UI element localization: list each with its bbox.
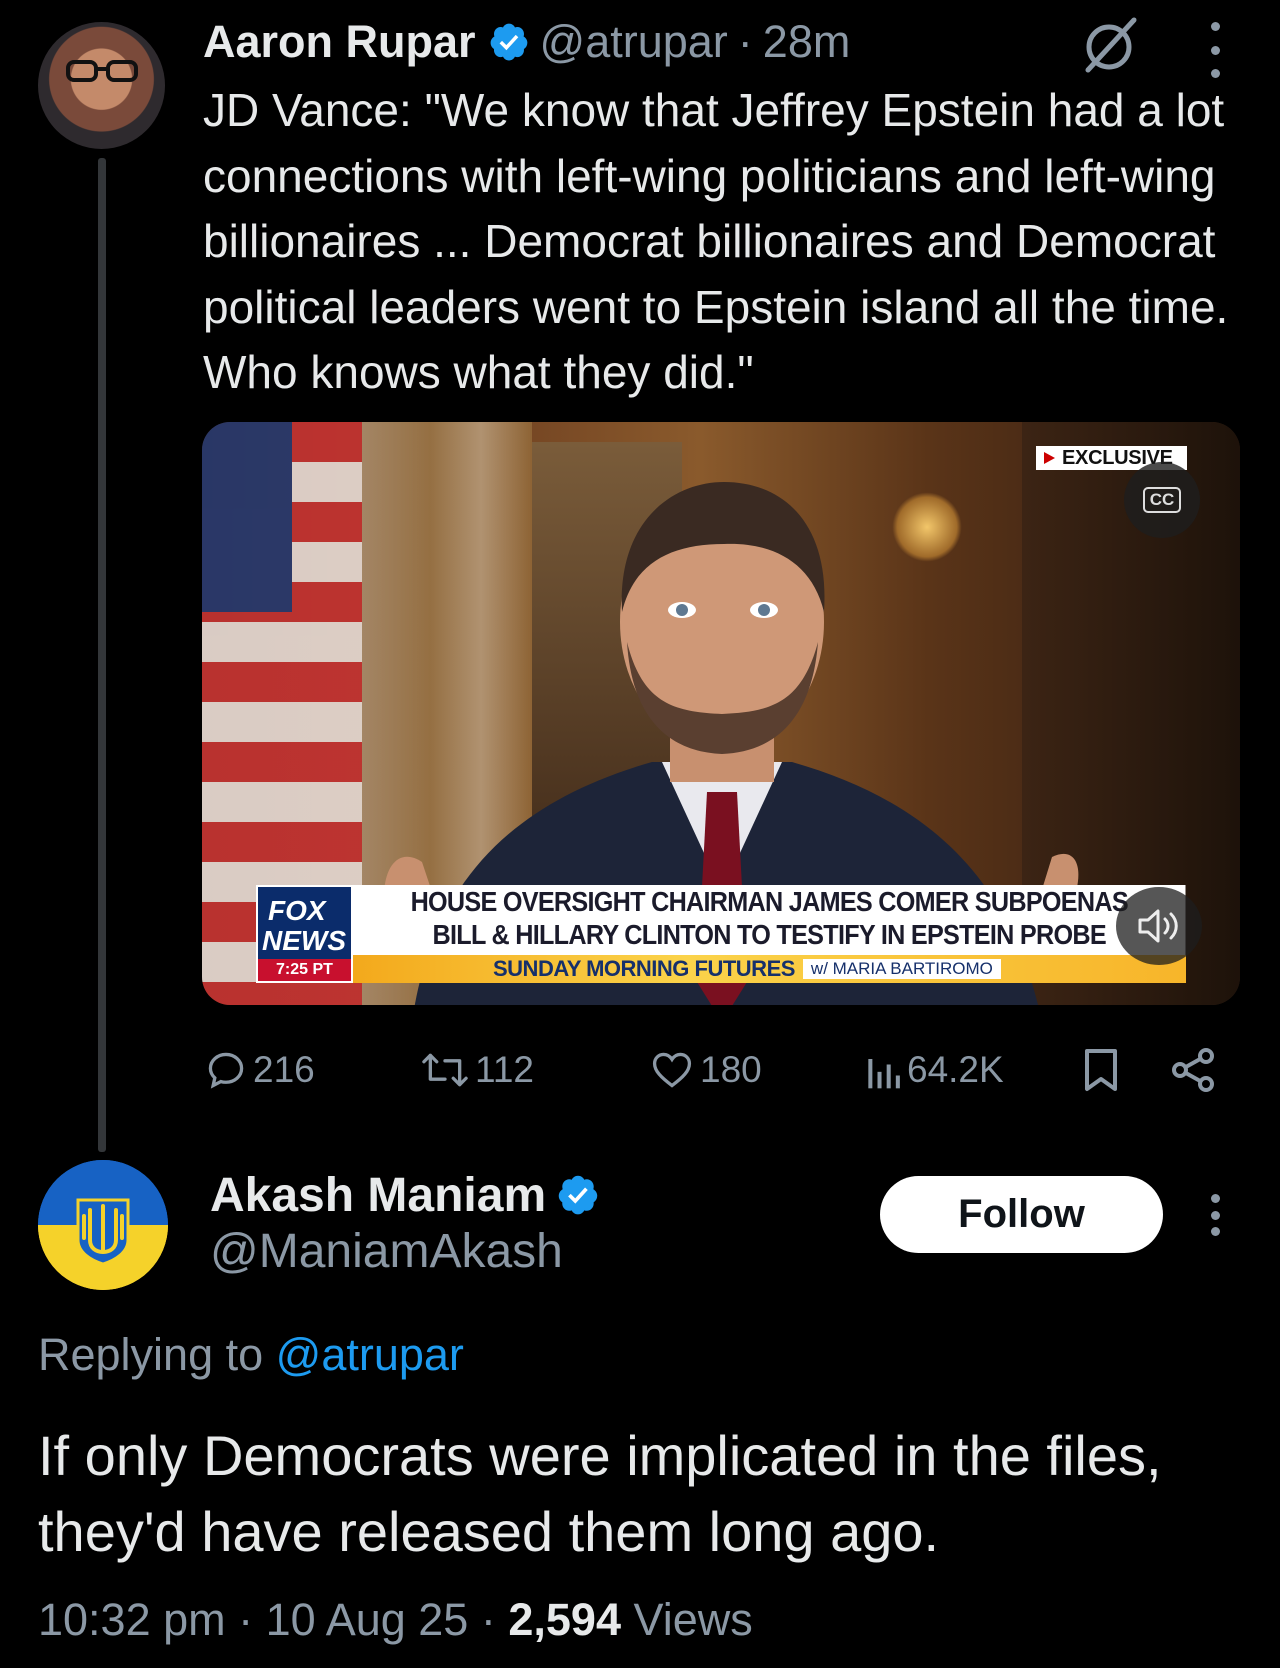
avatar-glasses — [66, 60, 138, 82]
sound-button[interactable] — [1116, 887, 1202, 965]
tweet-video[interactable]: EXCLUSIVE CC FOX NEWS 7:25 PT HOUSE OVER… — [202, 422, 1240, 1005]
fox-news-logo: FOX NEWS 7:25 PT — [256, 885, 353, 983]
tweet-text: JD Vance: "We know that Jeffrey Epstein … — [203, 84, 1229, 398]
sound-icon — [1138, 909, 1178, 943]
reply-time[interactable]: 10:32 pm — [38, 1594, 226, 1645]
views-button[interactable]: 64.2K — [863, 1040, 1004, 1100]
views-count: 64.2K — [907, 1049, 1004, 1090]
separator-dot: · — [238, 1594, 266, 1645]
reply-author-avatar[interactable] — [38, 1160, 168, 1290]
chyron-line1: HOUSE OVERSIGHT CHAIRMAN JAMES COMER SUB… — [410, 886, 1129, 917]
chyron-line2: BILL & HILLARY CLINTON TO TESTIFY IN EPS… — [432, 919, 1107, 950]
bookmark-button[interactable] — [1080, 1040, 1126, 1100]
chyron-clock: 7:25 PT — [258, 959, 351, 981]
reply-author-name[interactable]: Akash Maniam — [210, 1168, 546, 1223]
reply-meta: 10:32 pm · 10 Aug 25 · 2,594 Views — [38, 1590, 753, 1650]
reply-count: 216 — [253, 1049, 315, 1090]
logo-line1: FOX — [268, 895, 326, 926]
reply-text: If only Democrats were implicated in the… — [38, 1424, 1162, 1563]
reply-views-label: Views — [633, 1594, 753, 1645]
like-button[interactable]: 180 — [648, 1040, 762, 1100]
news-chyron: FOX NEWS 7:25 PT HOUSE OVERSIGHT CHAIRMA… — [256, 885, 1186, 985]
repost-icon — [422, 1053, 468, 1087]
like-icon — [652, 1052, 692, 1088]
cc-icon: CC — [1142, 487, 1182, 513]
cc-button[interactable]: CC — [1124, 462, 1200, 538]
thread-line — [98, 158, 106, 1152]
repost-count: 112 — [475, 1049, 534, 1090]
trident-emblem-icon — [38, 1160, 168, 1290]
replying-to: Replying to @atrupar — [38, 1325, 464, 1385]
reply-button[interactable]: 216 — [203, 1040, 315, 1100]
tweet-actions: 216 112 180 64.2K — [203, 1040, 1253, 1100]
author-name[interactable]: Aaron Rupar — [203, 16, 476, 68]
reply-date[interactable]: 10 Aug 25 — [266, 1594, 469, 1645]
tweet-time[interactable]: 28m — [763, 16, 851, 68]
separator-dot: · — [480, 1594, 509, 1645]
replying-to-link[interactable]: @atrupar — [276, 1329, 464, 1380]
separator-dot: · — [737, 16, 753, 67]
reply-icon — [208, 1052, 244, 1089]
logo-line2: NEWS — [262, 925, 346, 956]
reply-author-handle[interactable]: @ManiamAkash — [210, 1222, 563, 1282]
show-host: w/ MARIA BARTIROMO — [802, 959, 1001, 979]
chyron-headline: HOUSE OVERSIGHT CHAIRMAN JAMES COMER SUB… — [353, 885, 1186, 955]
verified-badge-icon — [490, 23, 527, 61]
like-count: 180 — [700, 1049, 762, 1090]
bookmark-icon — [1085, 1049, 1117, 1091]
verified-badge-icon — [558, 1175, 598, 1215]
follow-button[interactable]: Follow — [880, 1176, 1163, 1253]
share-button[interactable] — [1170, 1040, 1222, 1100]
views-icon — [868, 1059, 900, 1089]
share-icon — [1172, 1048, 1214, 1092]
grok-icon[interactable] — [1078, 14, 1140, 76]
repost-button[interactable]: 112 — [419, 1040, 534, 1100]
replying-prefix: Replying to — [38, 1329, 264, 1380]
reply-views-count: 2,594 — [508, 1594, 621, 1645]
author-avatar[interactable] — [38, 22, 165, 149]
author-handle[interactable]: @atrupar — [540, 16, 728, 68]
chyron-show-bar: SUNDAY MORNING FUTURES w/ MARIA BARTIROM… — [353, 955, 1186, 983]
reply-author-row: Akash Maniam — [210, 1162, 600, 1228]
more-icon[interactable] — [1200, 1194, 1230, 1236]
show-name: SUNDAY MORNING FUTURES — [493, 956, 795, 981]
tweet-header: Aaron Rupar @atrupar · 28m — [203, 10, 850, 74]
more-icon[interactable] — [1200, 22, 1230, 78]
